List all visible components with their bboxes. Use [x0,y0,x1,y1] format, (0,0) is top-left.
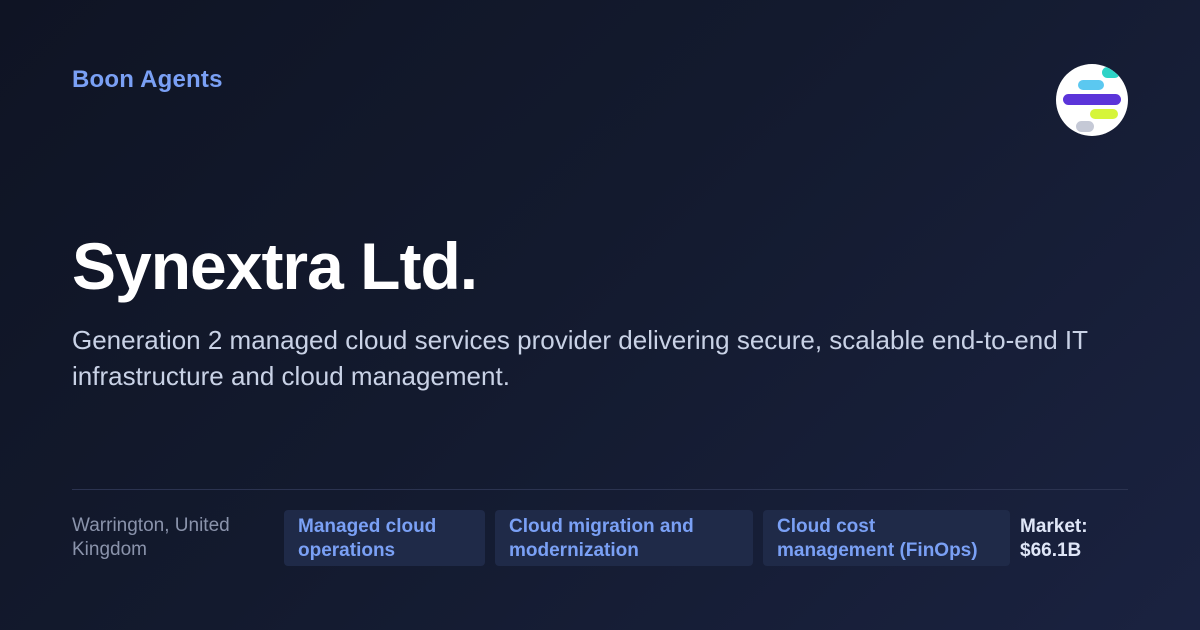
service-tag-cloud-migration: Cloud migration and modernization [495,510,753,566]
footer-divider [72,489,1128,490]
service-tag-finops: Cloud cost management (FinOps) [763,510,1010,566]
market-size-label: Market: $66.1B [1020,516,1088,561]
company-name: Synextra Ltd. [72,229,478,303]
service-tag-managed-cloud: Managed cloud operations [284,510,485,566]
location-label: Warrington, United Kingdom [72,515,230,560]
company-description: Generation 2 managed cloud services prov… [72,325,1088,391]
boon-agents-logo-icon [1056,64,1128,136]
brand-name: Boon Agents [72,66,223,93]
